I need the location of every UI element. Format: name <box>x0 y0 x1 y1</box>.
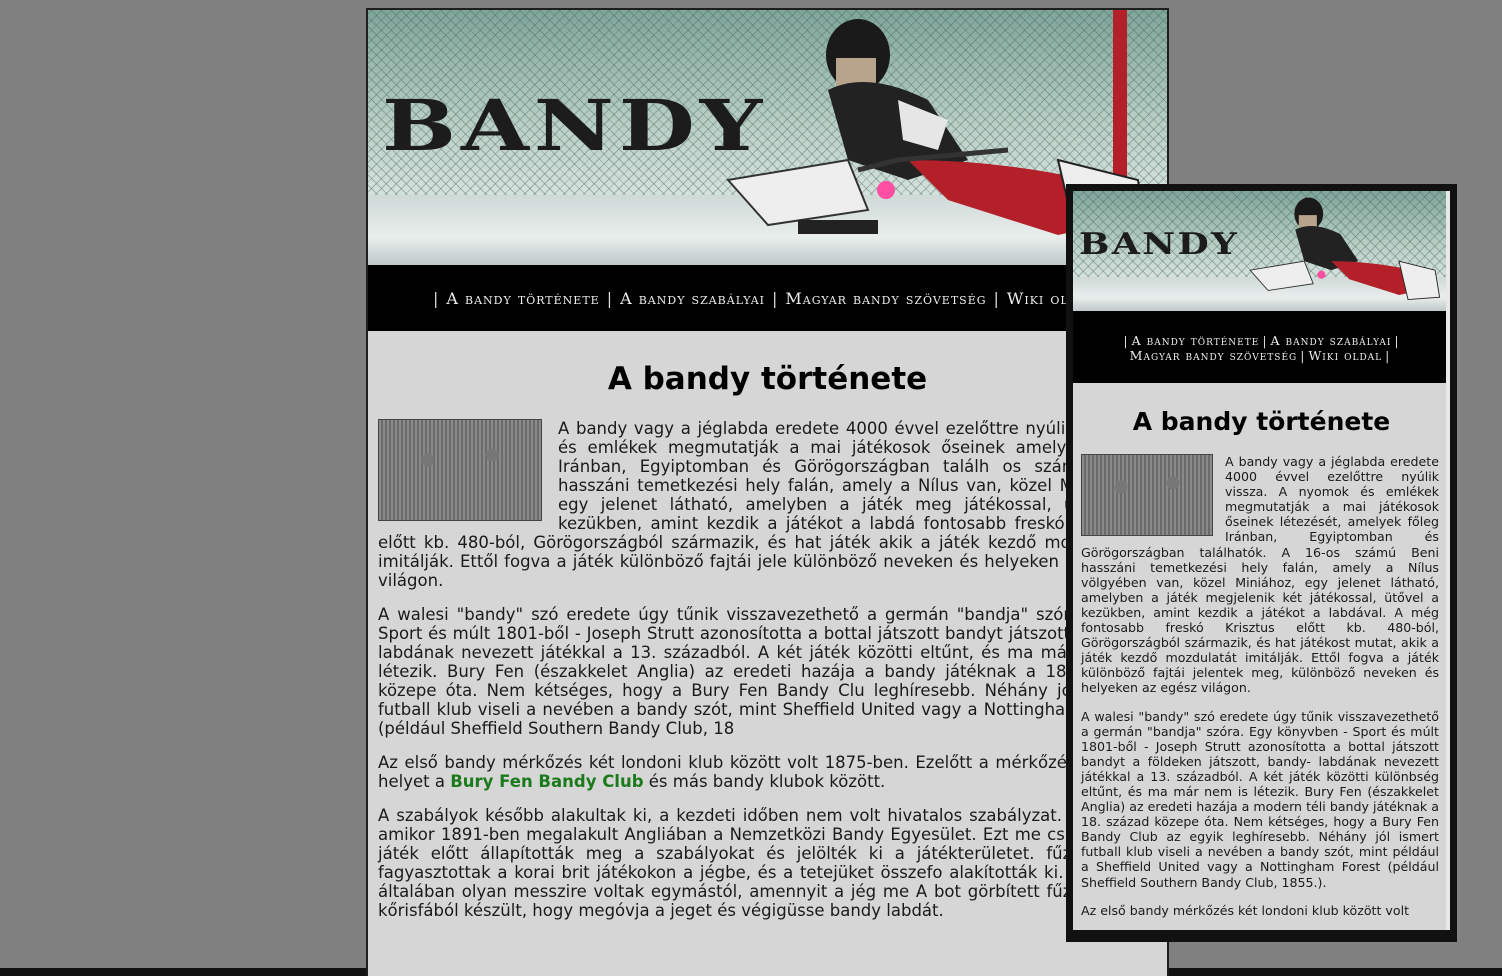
paragraph-2: A walesi "bandy" szó eredete úgy tűnik v… <box>378 605 1138 738</box>
desktop-page: BANDY | A bandy története | A bandy szab… <box>366 8 1169 976</box>
mini-goalkeeper-image <box>1249 197 1441 300</box>
mini-header-banner: BANDY <box>1073 191 1450 311</box>
bury-fen-link[interactable]: Bury Fen Bandy Club <box>450 772 643 791</box>
mini-paragraph-2: A walesi "bandy" szó eredete úgy tűnik v… <box>1081 708 1439 890</box>
nav-link-history[interactable]: A bandy története <box>446 289 599 308</box>
mini-banner-title: BANDY <box>1079 227 1240 262</box>
mini-nav-link-rules[interactable]: A bandy szabályai <box>1271 333 1392 348</box>
nav-link-federation[interactable]: Magyar bandy szövetség <box>785 289 986 308</box>
mobile-preview: BANDY | A bandy története | A bandy szabály… <box>1066 184 1457 942</box>
nav-link-rules[interactable]: A bandy szabályai <box>620 289 765 308</box>
mini-nav-link-history[interactable]: A bandy története <box>1132 333 1260 348</box>
mini-bottom-bar <box>1073 930 1450 942</box>
mini-nav-link-wiki[interactable]: Wiki oldal <box>1308 348 1382 363</box>
mini-article: A bandy története A bandy vagy a jéglabd… <box>1073 407 1450 918</box>
nav-link-wiki[interactable]: Wiki ol <box>1007 289 1069 308</box>
mini-nav-link-federation[interactable]: Magyar bandy szövetség <box>1130 348 1298 363</box>
main-nav: | A bandy története | A bandy szabályai … <box>368 265 1167 331</box>
mini-paragraph-3: Az első bandy mérkőzés két londoni klub … <box>1081 902 1410 918</box>
page-title: A bandy története <box>607 361 928 397</box>
mini-fresco-image <box>1081 454 1213 536</box>
paragraph-4: A szabályok később alakultak ki, a kezde… <box>378 806 1138 920</box>
paragraph-3: Az első bandy mérkőzés két londoni klub … <box>378 753 1138 791</box>
article: A bandy története A bandy vagy a jéglabd… <box>368 361 1167 920</box>
fresco-image <box>378 419 542 521</box>
header-banner: BANDY <box>368 10 1167 265</box>
mini-main-nav: | A bandy története | A bandy szabályai | Ma… <box>1073 311 1450 383</box>
mini-page-title: A bandy története <box>1132 407 1391 436</box>
